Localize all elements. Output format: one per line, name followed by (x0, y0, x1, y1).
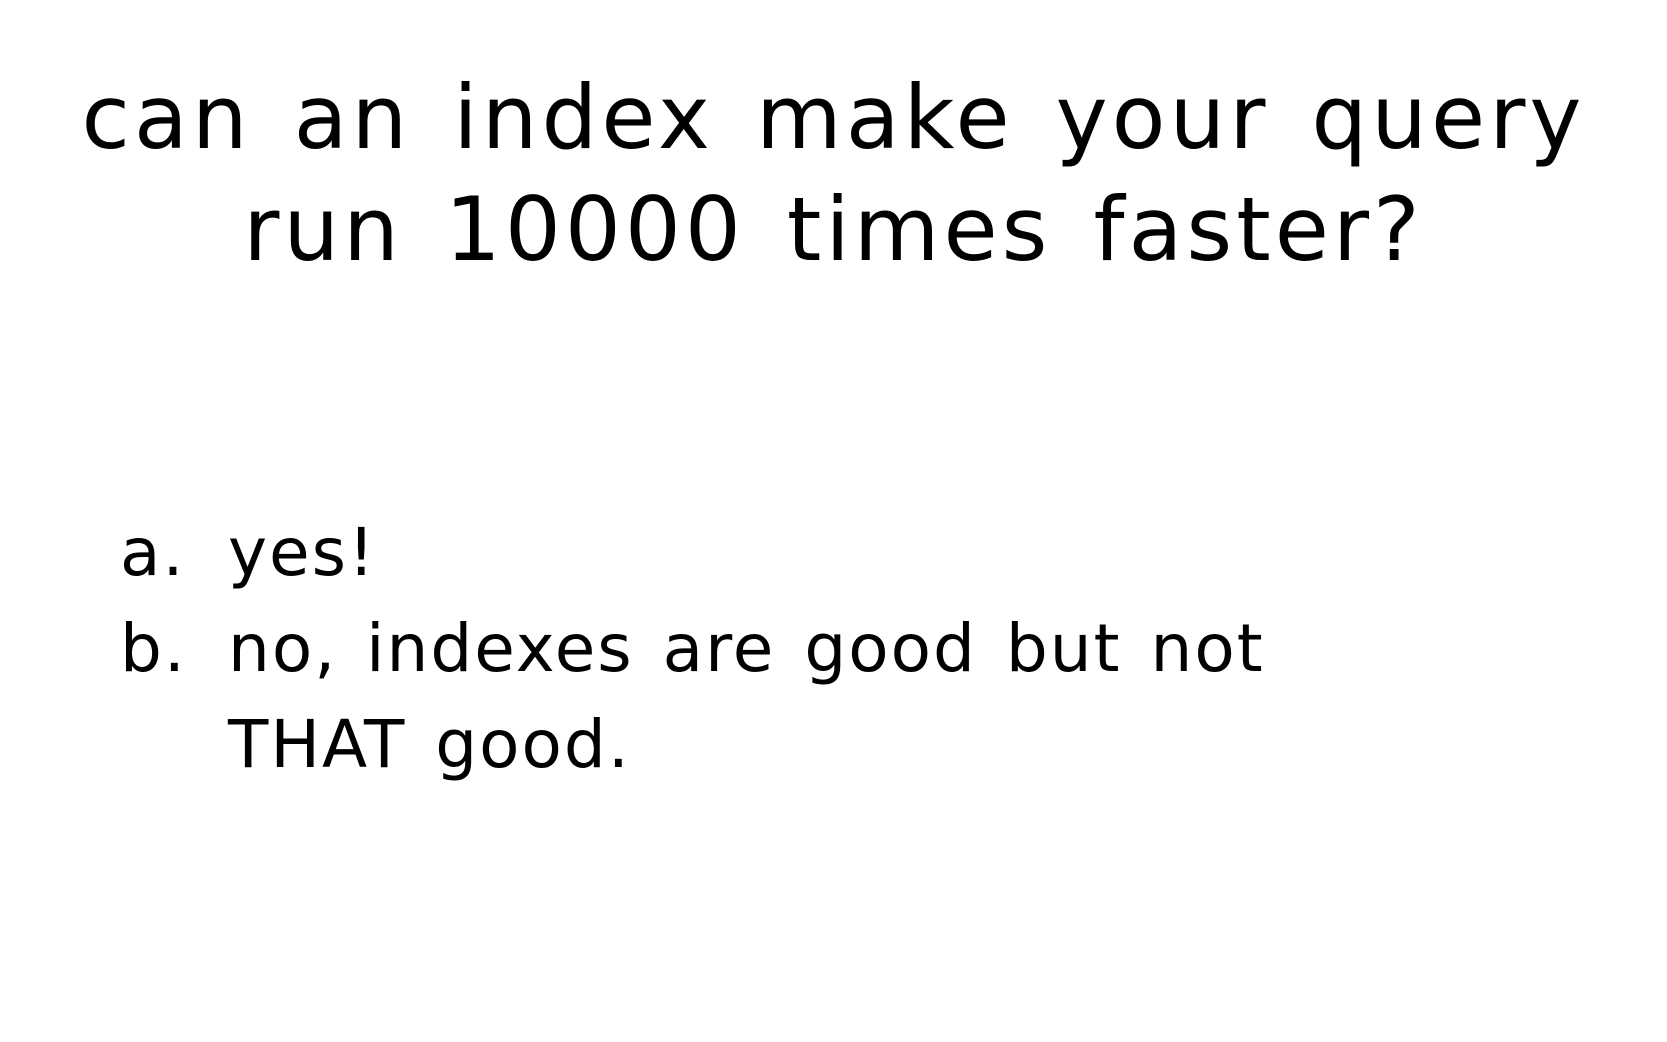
answer-text-line-1: no, indexes are good but not (228, 610, 1265, 687)
answer-text-line-1: yes! (228, 514, 377, 591)
question-line-1: can an index make your query (81, 66, 1586, 169)
answer-marker: b. (120, 610, 187, 687)
question-line-2: run 10000 times faster? (243, 178, 1424, 281)
answer-list: a. yes! b. no, indexes are good but not … (120, 505, 1558, 793)
answer-a: a. yes! (120, 505, 1558, 601)
answer-b: b. no, indexes are good but not THAT goo… (120, 601, 1558, 793)
answer-text: no, indexes are good but not THAT good. (228, 601, 1558, 793)
question-heading: can an index make your query run 10000 t… (40, 62, 1627, 286)
answer-text-line-2: THAT good. (228, 706, 631, 783)
answer-text: yes! (228, 505, 1558, 601)
answer-marker: a. (120, 514, 186, 591)
